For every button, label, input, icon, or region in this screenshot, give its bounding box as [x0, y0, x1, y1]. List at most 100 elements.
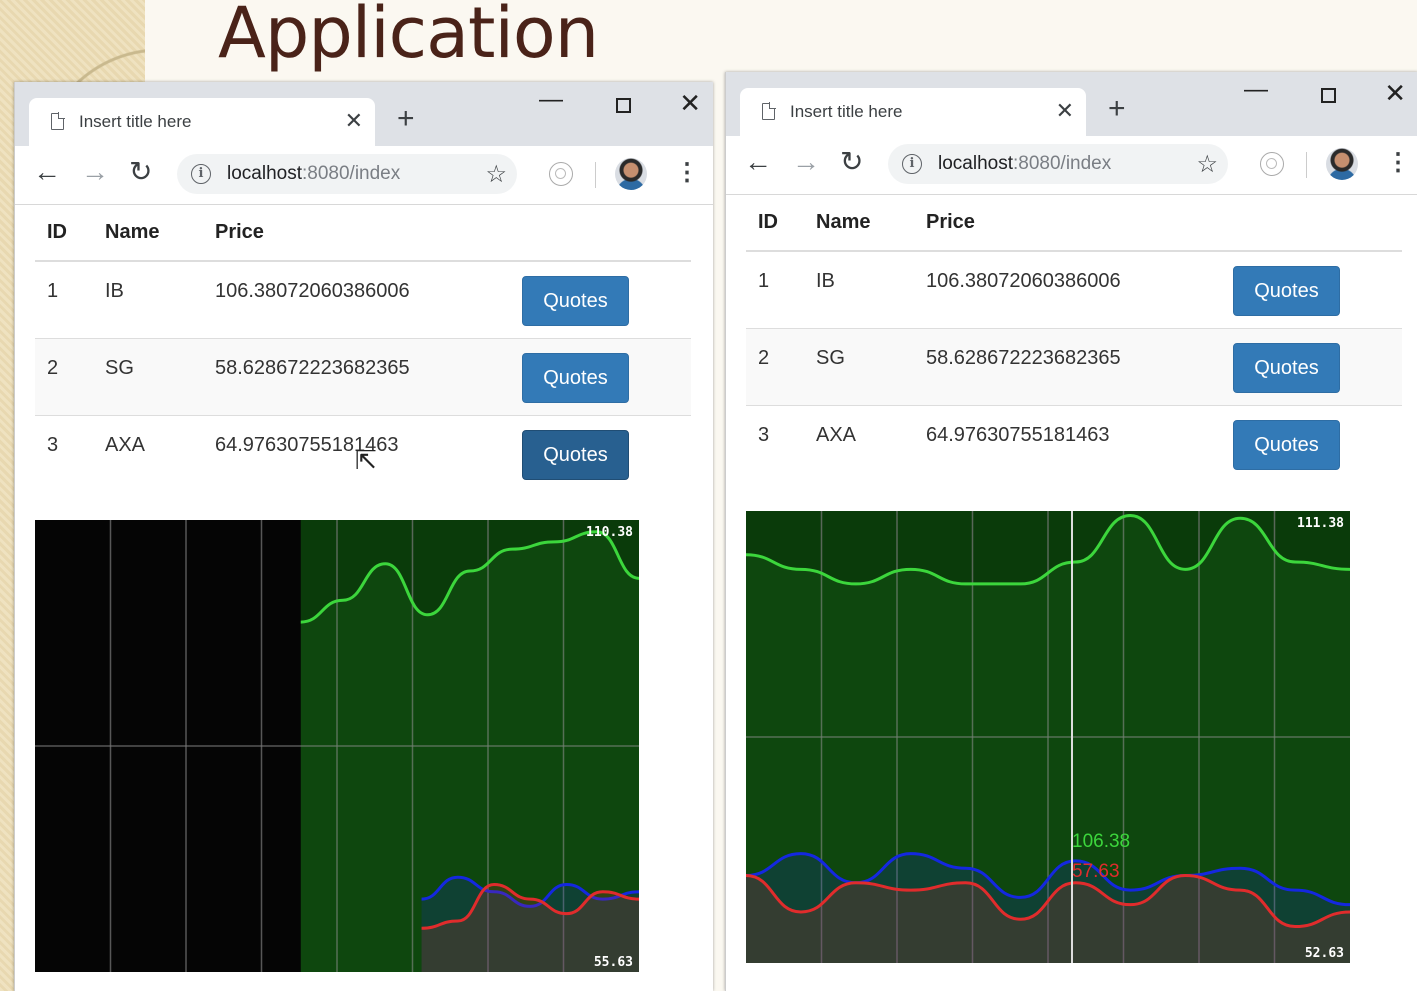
table-row: 3 AXA 64.97630755181463 Quotes: [746, 406, 1402, 483]
quotes-button[interactable]: Quotes: [1233, 343, 1340, 393]
table-row: 1 IB 106.38072060386006 Quotes: [35, 261, 691, 339]
browser-titlebar: Insert title here ✕ + — ✕: [15, 82, 713, 146]
tab-close-icon[interactable]: ✕: [1056, 98, 1074, 124]
browser-window-right: Insert title here ✕ + — ✕ ← → ↻ i localh…: [725, 72, 1417, 991]
tab-close-icon[interactable]: ✕: [345, 108, 363, 134]
header-action: [510, 205, 691, 262]
chart-max-label: 111.38: [1297, 516, 1344, 531]
chart-max-label: 110.38: [586, 525, 633, 540]
page-content: ID Name Price 1 IB 106.38072060386006 Qu…: [15, 205, 713, 991]
cell-action: Quotes: [510, 338, 691, 416]
kebab-menu-icon[interactable]: ⋮: [1386, 148, 1410, 177]
new-tab-icon[interactable]: +: [1108, 92, 1126, 126]
tooltip-value-green: 106.38: [1072, 831, 1130, 852]
profile-avatar[interactable]: [1326, 148, 1358, 180]
page-icon: [51, 112, 65, 130]
back-arrow-icon[interactable]: ←: [33, 156, 61, 188]
maximize-icon[interactable]: [616, 98, 631, 113]
profile-avatar[interactable]: [615, 158, 647, 190]
products-table: ID Name Price 1 IB 106.38072060386006 Qu…: [746, 195, 1402, 482]
cell-id: 1: [746, 251, 804, 329]
toolbar-divider: [595, 162, 596, 188]
header-price: Price: [914, 195, 1221, 252]
tab-title: Insert title here: [79, 112, 192, 131]
minimize-icon[interactable]: —: [1244, 76, 1268, 104]
info-icon[interactable]: i: [191, 164, 211, 184]
cell-action: Quotes: [510, 416, 691, 493]
table-row: 1 IB 106.38072060386006 Quotes: [746, 251, 1402, 329]
url-text: localhost:8080/index: [227, 163, 401, 184]
browser-tab[interactable]: Insert title here ✕: [740, 88, 1086, 136]
cell-id: 2: [35, 338, 93, 416]
chart-min-label: 52.63: [1305, 946, 1344, 961]
quotes-button[interactable]: Quotes: [1233, 266, 1340, 316]
chart-min-label: 55.63: [594, 955, 633, 970]
bookmark-star-icon[interactable]: ☆: [1196, 150, 1218, 179]
table-header-row: ID Name Price: [746, 195, 1402, 252]
toolbar-divider: [1306, 152, 1307, 178]
window-close-icon[interactable]: ✕: [679, 88, 701, 119]
bookmark-star-icon[interactable]: ☆: [485, 160, 507, 189]
cell-id: 1: [35, 261, 93, 339]
cell-name: SG: [93, 338, 203, 416]
forward-arrow-icon[interactable]: →: [81, 156, 109, 188]
address-bar[interactable]: i localhost:8080/index ☆: [177, 154, 517, 194]
info-icon[interactable]: i: [902, 154, 922, 174]
chart-svg: 111.38 52.63 106.38 57.63: [746, 511, 1350, 963]
page-icon: [762, 102, 776, 120]
tooltip-value-red: 57.63: [1072, 861, 1120, 882]
cell-id: 3: [47, 434, 59, 456]
cell-action: Quotes: [1221, 406, 1402, 483]
quotes-button[interactable]: Quotes: [522, 430, 629, 480]
cell-id: 2: [746, 328, 804, 406]
minimize-icon[interactable]: —: [539, 86, 563, 114]
forward-arrow-icon[interactable]: →: [792, 146, 820, 178]
cell-price: 64.97630755181463: [926, 424, 1110, 446]
header-id: ID: [35, 205, 93, 262]
address-bar[interactable]: i localhost:8080/index ☆: [888, 144, 1228, 184]
cell-action: Quotes: [1221, 328, 1402, 406]
browser-window-left: Insert title here ✕ + — ✕ ← → ↻ i localh…: [14, 82, 713, 991]
kebab-menu-icon[interactable]: ⋮: [675, 158, 699, 187]
cell-action: Quotes: [510, 261, 691, 339]
header-id: ID: [746, 195, 804, 252]
reload-icon[interactable]: ↻: [129, 155, 152, 188]
cell-name: SG: [804, 328, 914, 406]
cell-name: IB: [93, 261, 203, 339]
reload-icon[interactable]: ↻: [840, 145, 863, 178]
extension-icon[interactable]: [549, 162, 573, 186]
browser-toolbar: ← → ↻ i localhost:8080/index ☆ ⋮: [15, 146, 713, 205]
table-header-row: ID Name Price: [35, 205, 691, 262]
back-arrow-icon[interactable]: ←: [744, 146, 772, 178]
cell-price: 58.628672223682365: [203, 338, 510, 416]
url-text: localhost:8080/index: [938, 153, 1112, 174]
header-action: [1221, 195, 1402, 252]
browser-toolbar: ← → ↻ i localhost:8080/index ☆ ⋮: [726, 136, 1417, 195]
page-content: ID Name Price 1 IB 106.38072060386006 Qu…: [726, 195, 1417, 991]
cell-id: 3: [758, 424, 770, 446]
maximize-icon[interactable]: [1321, 88, 1336, 103]
cell-name: AXA: [105, 434, 146, 456]
table-row: 2 SG 58.628672223682365 Quotes: [746, 328, 1402, 406]
cell-name: IB: [804, 251, 914, 329]
cell-price: 58.628672223682365: [914, 328, 1221, 406]
header-price: Price: [203, 205, 510, 262]
cell-name: AXA: [816, 424, 857, 446]
quotes-button[interactable]: Quotes: [1233, 420, 1340, 470]
chart-svg: 110.38 55.63: [35, 520, 639, 972]
slide-title: Application: [218, 0, 599, 74]
mouse-cursor-icon: ⇱: [355, 445, 377, 475]
cell-price: 106.38072060386006: [203, 261, 510, 339]
extension-icon[interactable]: [1260, 152, 1284, 176]
header-name: Name: [804, 195, 914, 252]
new-tab-icon[interactable]: +: [397, 102, 415, 136]
quotes-chart: 110.38 55.63: [35, 520, 639, 972]
quotes-button[interactable]: Quotes: [522, 353, 629, 403]
table-row: 2 SG 58.628672223682365 Quotes: [35, 338, 691, 416]
tab-title: Insert title here: [790, 102, 903, 121]
cell-price: 106.38072060386006: [914, 251, 1221, 329]
window-close-icon[interactable]: ✕: [1384, 78, 1406, 109]
quotes-button[interactable]: Quotes: [522, 276, 629, 326]
browser-tab[interactable]: Insert title here ✕: [29, 98, 375, 146]
quotes-chart: 111.38 52.63 106.38 57.63: [746, 511, 1350, 963]
